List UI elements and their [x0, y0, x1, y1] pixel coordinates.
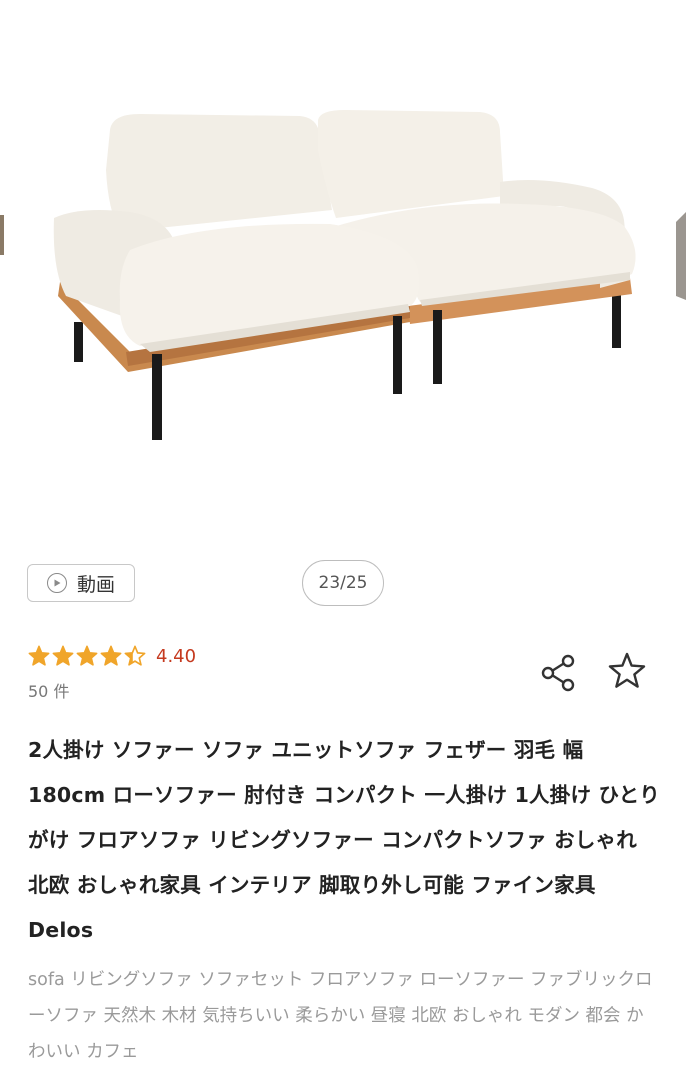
rating-star-icon [52, 645, 74, 666]
video-button-label: 動画 [76, 573, 115, 596]
video-button[interactable]: 動画 [27, 564, 135, 602]
rating-star-icon [76, 645, 98, 666]
rating-star-icon [100, 645, 122, 666]
rating-row[interactable]: 4.40 [28, 642, 196, 670]
image-counter: 23/25 [302, 560, 384, 606]
product-image-carousel[interactable] [0, 0, 686, 545]
rating-star-icon [28, 645, 50, 666]
product-tags: sofa リビングソファ ソファセット フロアソファ ローソファー ファブリック… [28, 970, 653, 1062]
sofa-product-image [0, 110, 686, 440]
play-circle-icon [46, 573, 67, 593]
rating-star-icon [124, 645, 146, 666]
rating-value: 4.40 [156, 645, 197, 667]
star-outline-icon [608, 652, 646, 688]
rating-stars [28, 645, 146, 667]
review-count[interactable]: 50 件 [28, 678, 69, 702]
favorite-button[interactable] [606, 650, 648, 692]
share-icon [541, 654, 575, 692]
product-title: 2人掛け ソファー ソファ ユニットソファ フェザー 羽毛 幅180cm ローソ… [28, 738, 660, 942]
share-button[interactable] [538, 653, 578, 693]
